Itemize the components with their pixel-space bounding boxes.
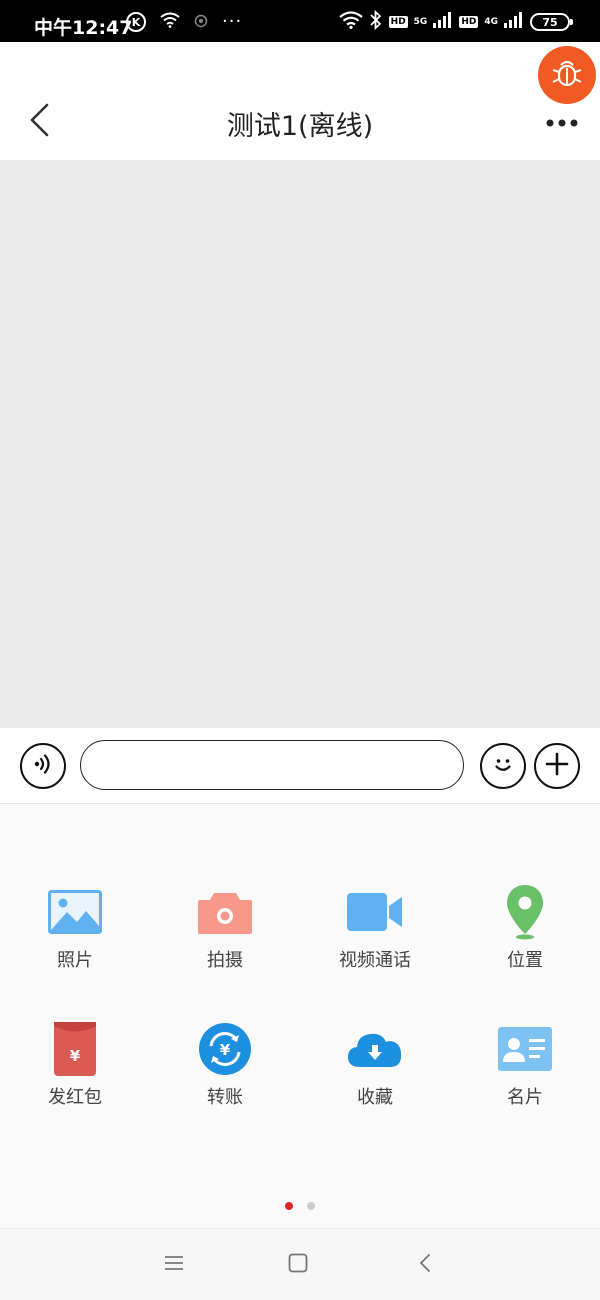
photo-icon — [45, 884, 105, 940]
home-icon — [288, 1253, 308, 1277]
page-indicator — [0, 1202, 600, 1210]
emoji-icon — [489, 750, 517, 782]
page-dot-active — [285, 1202, 293, 1210]
panel-item-label: 转账 — [207, 1087, 243, 1108]
back-icon — [418, 1253, 432, 1277]
voice-icon — [31, 752, 55, 780]
page-title: 测试1(离线) — [226, 111, 374, 142]
voice-button[interactable] — [20, 743, 66, 789]
favorites-cloud-icon — [345, 1021, 405, 1077]
system-back-button[interactable] — [408, 1249, 442, 1281]
panel-item-label: 收藏 — [357, 1087, 393, 1108]
home-button[interactable] — [281, 1249, 315, 1281]
video-call-icon — [345, 884, 405, 940]
more-options-button[interactable] — [542, 106, 582, 136]
title-bar: 测试1(离线) — [0, 42, 600, 160]
wifi-small-icon — [160, 12, 180, 32]
panel-item-label: 位置 — [507, 950, 543, 971]
message-input-bar — [0, 728, 600, 804]
hd-badge-1: HD — [388, 16, 408, 28]
emoji-button[interactable] — [480, 743, 526, 789]
hd-badge-2: HD — [459, 16, 479, 28]
camera-icon — [195, 884, 255, 940]
panel-item-location[interactable]: 位置 — [465, 884, 585, 984]
signal-icon-2 — [504, 12, 524, 32]
red-packet-icon: ¥ — [45, 1021, 105, 1077]
recent-apps-button[interactable] — [157, 1249, 191, 1281]
panel-item-red-packet[interactable]: ¥ 发红包 — [15, 1021, 135, 1121]
status-right-icons: HD 5G HD 4G 75 — [338, 9, 573, 34]
k-circle-icon: K — [126, 12, 146, 32]
panel-item-label: 照片 — [57, 950, 93, 971]
menu-icon — [164, 1255, 184, 1275]
battery-icon: 75 — [530, 13, 573, 31]
status-time: 中午12:47 — [34, 17, 133, 39]
panel-item-transfer[interactable]: ¥ 转账 — [165, 1021, 285, 1121]
panel-item-label: 拍摄 — [207, 950, 243, 971]
debug-bug-button[interactable] — [538, 46, 596, 104]
panel-item-video-call[interactable]: 视频通话 — [315, 884, 435, 984]
panel-item-label: 名片 — [507, 1087, 543, 1108]
bluetooth-icon — [369, 9, 383, 34]
message-input[interactable] — [80, 740, 464, 790]
more-actions-button[interactable] — [534, 743, 580, 789]
status-left-icons: K ··· — [126, 11, 242, 33]
panel-item-photo[interactable]: 照片 — [15, 884, 135, 984]
svg-text:¥: ¥ — [220, 1041, 231, 1059]
panel-item-label: 发红包 — [48, 1087, 102, 1108]
panel-item-camera[interactable]: 拍摄 — [165, 884, 285, 984]
notification-icon — [194, 13, 208, 32]
network-5g-label: 5G — [413, 17, 428, 27]
location-icon — [495, 884, 555, 940]
wifi-icon — [338, 11, 363, 33]
chat-message-area[interactable] — [0, 160, 600, 728]
panel-item-contact-card[interactable]: 名片 — [465, 1021, 585, 1121]
network-4g-label: 4G — [484, 17, 498, 27]
signal-icon — [433, 12, 453, 32]
more-dots-icon — [546, 112, 578, 131]
plus-icon — [544, 751, 570, 781]
panel-item-label: 视频通话 — [339, 950, 411, 971]
transfer-icon: ¥ — [195, 1021, 255, 1077]
status-bar: 中午12:47 K ··· HD 5G HD 4G 75 — [0, 0, 600, 42]
system-navigation-bar — [0, 1228, 600, 1300]
contact-card-icon — [495, 1021, 555, 1077]
bug-icon — [550, 56, 584, 94]
page-dot — [307, 1202, 315, 1210]
action-panel: 照片 拍摄 视频通话 位置 ¥ 发红包 ¥ 转账 收藏 名片 — [0, 804, 600, 1228]
status-more-dots: ··· — [222, 11, 243, 32]
svg-text:¥: ¥ — [70, 1047, 81, 1065]
panel-item-favorites[interactable]: 收藏 — [315, 1021, 435, 1121]
